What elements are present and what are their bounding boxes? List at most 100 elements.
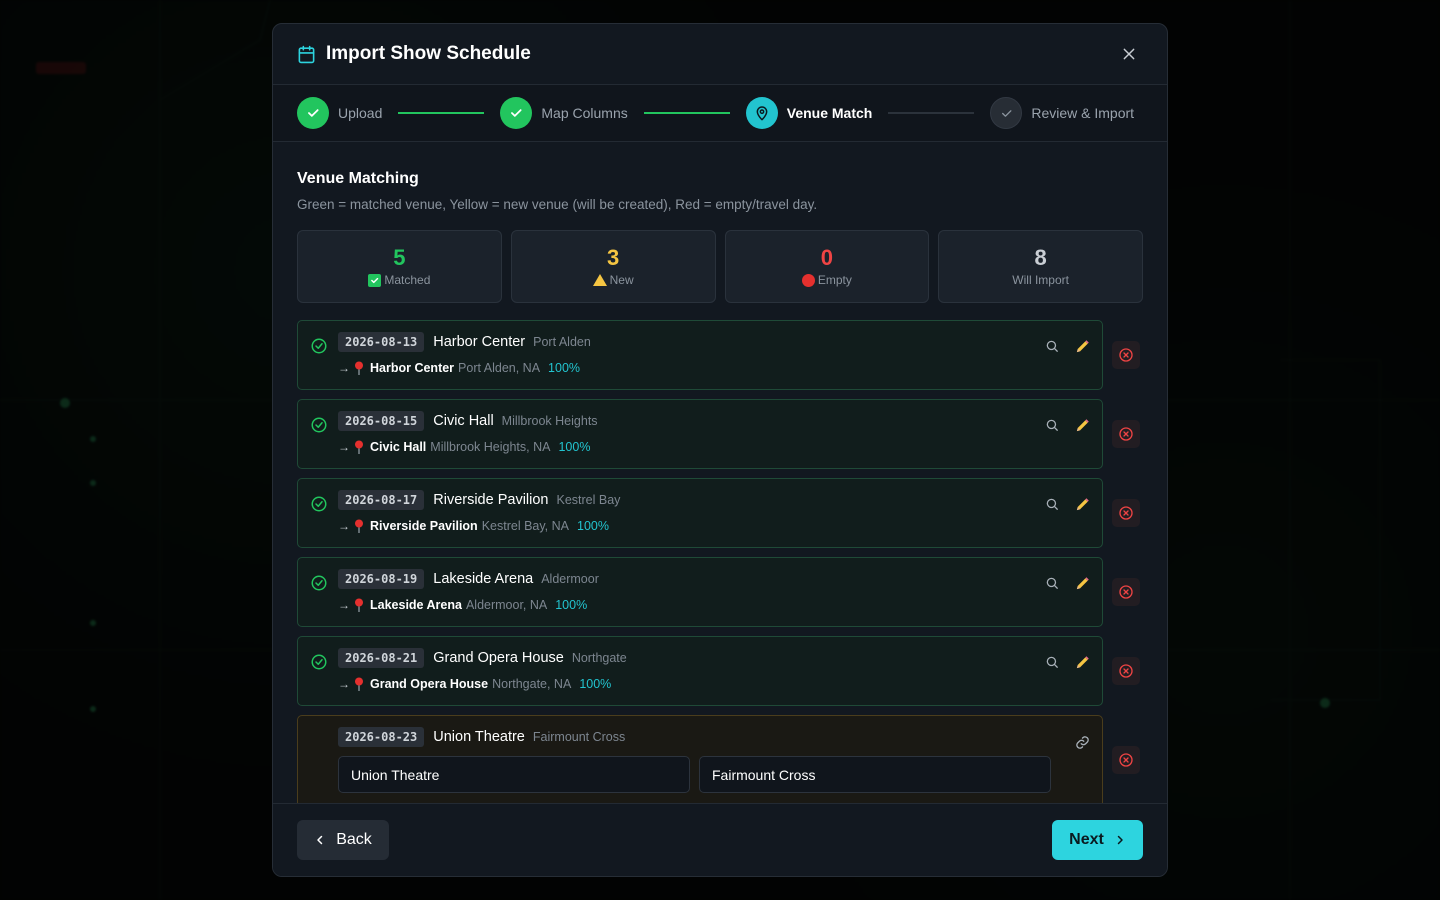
warning-icon [592,274,607,286]
edit-button[interactable] [1074,338,1090,354]
stat-label: Matched [384,273,431,287]
step-label: Review & Import [1031,105,1135,121]
map-pin-icon [756,106,768,121]
match-percent: 100% [579,677,612,691]
stat-label: New [609,273,634,287]
arrow-icon: → [338,677,350,691]
date-badge: 2026-08-13 [338,332,425,352]
search-icon [1046,498,1058,510]
modal-header: Import Show Schedule [273,24,1167,85]
match-result: → Lakeside Arena Aldermoor, NA 100% [338,598,587,612]
arrow-icon: → [338,598,350,612]
calendar-icon [297,45,316,64]
stat-value: 8 [1034,245,1047,270]
stat-new: 3 New [510,230,716,303]
modal-body[interactable]: Venue Matching Green = matched venue, Ye… [273,143,1167,803]
search-button[interactable] [1044,417,1060,433]
row-header: 2026-08-13 Harbor Center Port Alden [338,332,591,352]
venue-name: Riverside Pavilion [433,492,549,508]
search-button[interactable] [1044,575,1060,591]
stat-label-wrap: Empty [801,273,852,287]
remove-row-button[interactable] [1112,499,1140,527]
next-button[interactable]: Next [1052,820,1143,860]
stat-matched: 5 Matched [297,230,502,303]
remove-row-button[interactable] [1112,341,1140,369]
match-location: Port Alden, NA [458,361,541,375]
stat-empty: 0 Empty [724,230,930,303]
search-button[interactable] [1044,496,1060,512]
edit-button[interactable] [1074,575,1090,591]
step-active-circle [745,97,778,129]
venue-name: Lakeside Arena [433,571,534,587]
link-icon [1075,735,1089,749]
match-result: → Civic Hall Millbrook Heights, NA 100% [338,440,590,454]
venue-city-input[interactable] [699,756,1051,793]
date-badge: 2026-08-19 [338,569,425,589]
import-modal: Import Show Schedule Upload Map Columns [272,23,1168,877]
stat-label: Will Import [1012,273,1069,287]
stat-label-wrap: Will Import [1012,273,1069,287]
remove-row-button[interactable] [1112,420,1140,448]
row-actions [1044,496,1090,512]
edit-button[interactable] [1074,417,1090,433]
match-percent: 100% [577,519,609,533]
venue-name-input[interactable] [338,756,690,793]
check-box-icon [368,273,382,287]
row-actions [1044,417,1090,433]
venue-city: Northgate [571,651,627,665]
date-badge: 2026-08-17 [338,490,425,510]
check-icon [1001,109,1012,117]
link-venue-button[interactable] [1074,734,1090,750]
step-label: Map Columns [541,105,628,121]
map-pin-icon [355,440,363,454]
match-location: Aldermoor, NA [465,598,548,612]
remove-row-button[interactable] [1112,657,1140,685]
remove-row-button[interactable] [1112,578,1140,606]
arrow-icon: → [338,440,350,454]
map-pin-icon [355,598,363,612]
step-done-circle [500,97,533,129]
venue-city: Port Alden [533,335,591,349]
edit-button[interactable] [1074,496,1090,512]
search-icon [1046,656,1058,668]
stat-label: Empty [817,273,852,287]
chevron-left-icon [317,835,323,845]
search-button[interactable] [1044,654,1060,670]
map-pin-icon [355,361,363,375]
check-circle-icon [311,417,327,433]
step-pending-circle [990,97,1023,129]
arrow-icon: → [338,519,350,533]
section-title: Venue Matching [297,170,419,187]
remove-row-button[interactable] [1112,746,1140,774]
stat-value: 5 [393,245,406,270]
venue-row-matched: 2026-08-21 Grand Opera House Northgate →… [297,636,1103,706]
stat-value: 3 [607,245,620,270]
search-button[interactable] [1044,338,1060,354]
date-badge: 2026-08-23 [338,727,425,747]
x-circle-icon [1119,753,1133,767]
match-name: Civic Hall [370,440,427,454]
check-circle-icon [311,338,327,354]
close-icon [1123,48,1135,60]
row-header: 2026-08-17 Riverside Pavilion Kestrel Ba… [338,490,620,510]
x-circle-icon [1119,664,1133,678]
step-connector [888,112,975,114]
back-button[interactable]: Back [297,820,389,860]
venue-city: Kestrel Bay [556,493,621,507]
row-header: 2026-08-23 Union Theatre Fairmount Cross [338,727,625,747]
step-label: Upload [338,105,383,121]
map-pin-icon [355,519,363,533]
check-icon [511,109,522,117]
arrow-icon: → [338,361,350,375]
edit-button[interactable] [1074,654,1090,670]
stat-will-import: 8 Will Import [938,230,1143,303]
red-circle-icon [801,273,815,287]
x-circle-icon [1119,348,1133,362]
x-circle-icon [1119,427,1133,441]
venue-row-wrap: 2026-08-17 Riverside Pavilion Kestrel Ba… [297,478,1143,548]
map-pin-icon [355,677,363,691]
stat-label-wrap: Matched [368,273,430,287]
close-button[interactable] [1119,44,1139,64]
step-label: Venue Match [786,105,873,121]
venue-row-wrap: 2026-08-15 Civic Hall Millbrook Heights … [297,399,1143,469]
